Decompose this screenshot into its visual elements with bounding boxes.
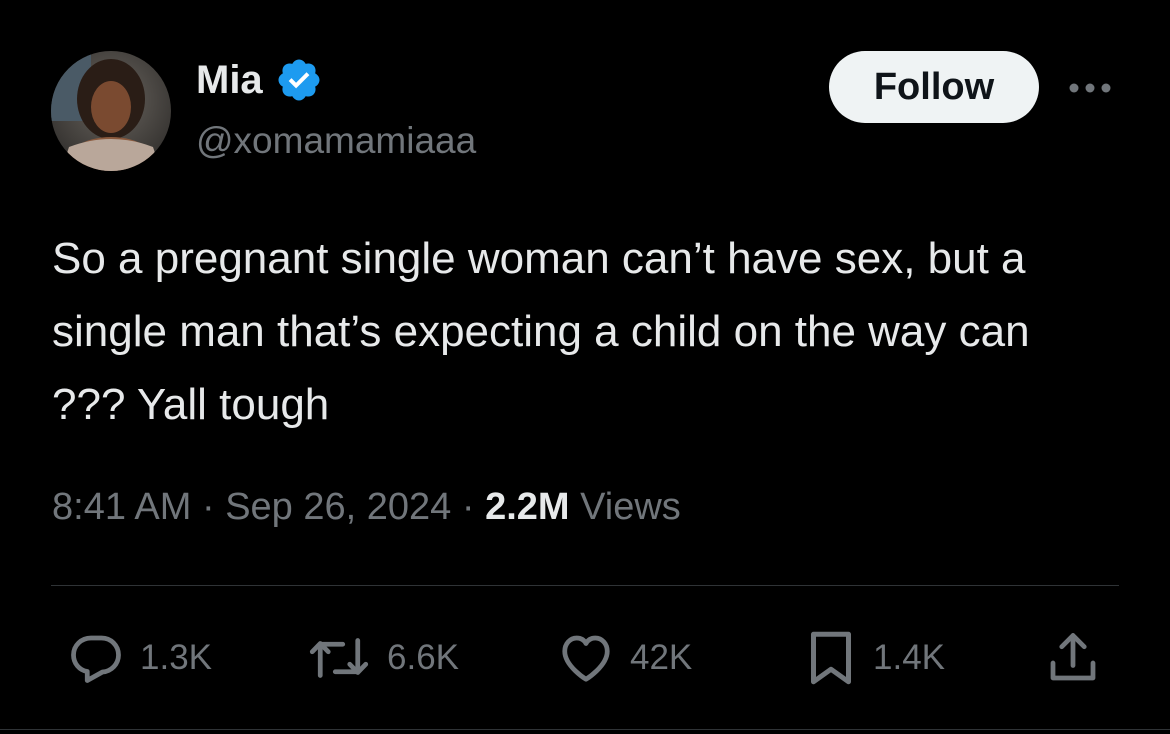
divider xyxy=(51,585,1119,586)
author-handle[interactable]: @xomamamiaaa xyxy=(196,118,476,164)
reply-button[interactable]: 1.3K xyxy=(66,628,212,688)
like-button[interactable]: 42K xyxy=(556,628,692,688)
bookmark-button[interactable]: 1.4K xyxy=(803,628,945,688)
like-count: 42K xyxy=(630,638,693,677)
avatar-photo xyxy=(51,51,171,171)
verified-badge-icon xyxy=(278,59,320,101)
tweet-text: So a pregnant single woman can’t have se… xyxy=(52,234,1030,429)
divider xyxy=(0,729,1170,730)
author-name[interactable]: Mia xyxy=(196,55,263,105)
avatar[interactable] xyxy=(51,51,171,171)
reply-count: 1.3K xyxy=(140,638,212,677)
share-button[interactable] xyxy=(1043,628,1117,688)
author-name-row[interactable]: Mia xyxy=(196,55,323,105)
more-horizontal-icon[interactable] xyxy=(1066,78,1114,98)
views-count: 2.2M xyxy=(485,486,570,528)
bookmark-icon xyxy=(811,631,851,685)
tweet-card: Mia @xomamamiaaa Follow So a pregnant si… xyxy=(0,0,1170,734)
meta-separator: · xyxy=(201,486,215,528)
tweet-time[interactable]: 8:41 AM xyxy=(52,486,191,528)
meta-separator: · xyxy=(461,486,475,528)
follow-button[interactable]: Follow xyxy=(829,51,1039,123)
share-icon xyxy=(1050,633,1096,681)
bookmark-count: 1.4K xyxy=(873,638,945,677)
repost-icon xyxy=(309,638,369,678)
heart-icon xyxy=(562,635,610,682)
views-label: Views xyxy=(580,486,681,528)
reply-icon xyxy=(71,635,121,683)
repost-count: 6.6K xyxy=(387,638,459,677)
tweet-meta: 8:41 AM · Sep 26, 2024 · 2.2M Views xyxy=(52,484,681,530)
repost-button[interactable]: 6.6K xyxy=(305,628,459,688)
tweet-date[interactable]: Sep 26, 2024 xyxy=(225,486,451,528)
